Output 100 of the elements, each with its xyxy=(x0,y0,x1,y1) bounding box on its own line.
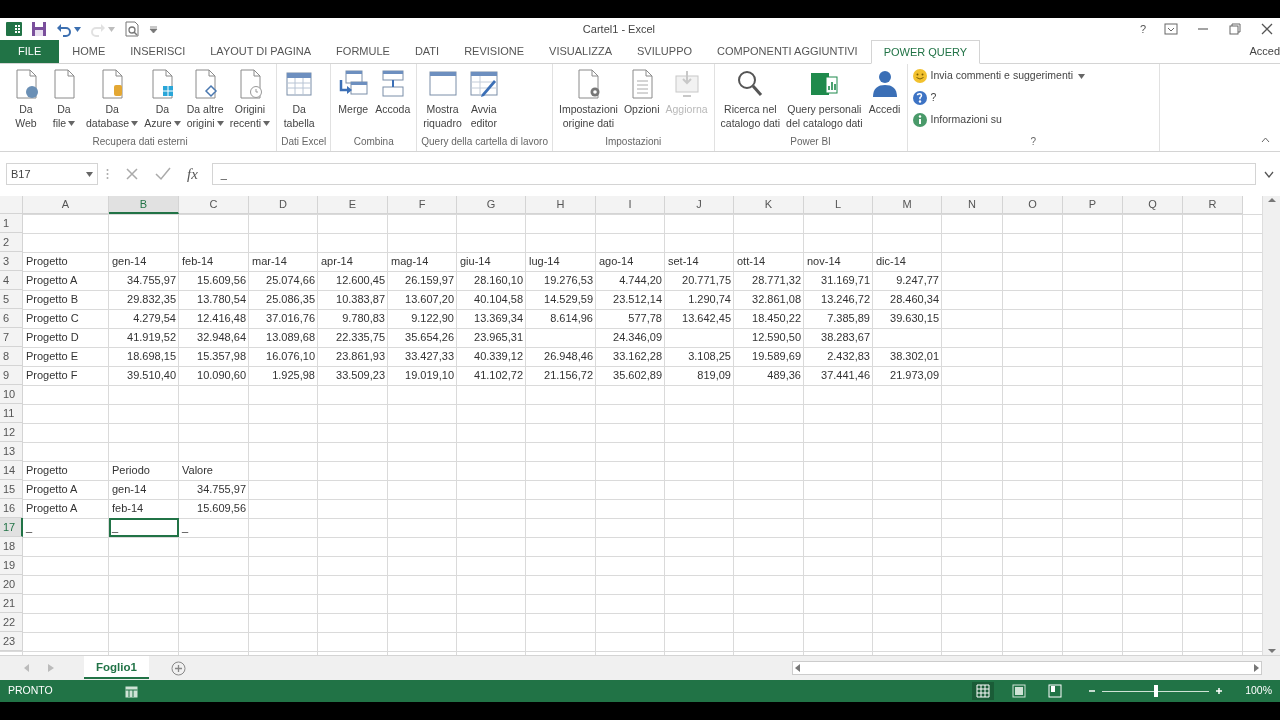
ribbon-button[interactable]: Ricerca nel catalogo dati xyxy=(718,66,783,134)
file-tab[interactable]: FILE xyxy=(0,40,60,63)
row-header[interactable]: 3 xyxy=(0,252,23,271)
sheet-cell[interactable]: 12.600,45 xyxy=(318,271,388,290)
sheet-cell[interactable]: 15.609,56 xyxy=(179,271,249,290)
scroll-up-icon[interactable] xyxy=(1266,196,1277,204)
sheet-cell[interactable]: 9.780,83 xyxy=(318,309,388,328)
sheet-cell[interactable]: Progetto C xyxy=(23,309,109,328)
scroll-left-icon[interactable] xyxy=(793,663,803,673)
ribbon-tab[interactable]: SVILUPPO xyxy=(625,40,705,63)
sheet-cell[interactable]: 33.162,28 xyxy=(596,347,665,366)
sheet-cell[interactable]: 28.460,34 xyxy=(873,290,942,309)
row-header[interactable]: 16 xyxy=(0,499,23,518)
sheet-cell[interactable]: 21.973,09 xyxy=(873,366,942,385)
macro-record-icon[interactable] xyxy=(124,684,138,698)
sheet-cell[interactable]: 24.346,09 xyxy=(596,328,665,347)
enter-check-icon[interactable] xyxy=(155,167,171,181)
sheet-cell[interactable]: 39.510,40 xyxy=(109,366,179,385)
sheet-cell[interactable]: 4.744,20 xyxy=(596,271,665,290)
sheet-cell[interactable]: ago-14 xyxy=(596,252,665,271)
sheet-cell[interactable]: set-14 xyxy=(665,252,734,271)
ribbon-tab[interactable]: REVISIONE xyxy=(452,40,537,63)
row-header[interactable]: 2 xyxy=(0,233,23,252)
row-header[interactable]: 18 xyxy=(0,537,23,556)
sheet-cell[interactable]: 1.290,74 xyxy=(665,290,734,309)
sheet-cell[interactable]: Periodo xyxy=(109,461,179,480)
column-header[interactable]: R xyxy=(1183,196,1243,214)
sheet-cell[interactable]: 25.086,35 xyxy=(249,290,318,309)
sheet-cell[interactable]: 22.335,75 xyxy=(318,328,388,347)
ribbon-button[interactable]: Origini recenti xyxy=(227,66,273,134)
row-header[interactable]: 20 xyxy=(0,575,23,594)
ribbon-tab[interactable]: FORMULE xyxy=(324,40,402,63)
zoom-slider-thumb[interactable] xyxy=(1153,685,1158,697)
sheet-cell[interactable]: 37.016,76 xyxy=(249,309,318,328)
customize-caret-icon[interactable] xyxy=(149,25,158,35)
zoom-in-icon[interactable] xyxy=(1215,687,1224,695)
row-header[interactable]: 22 xyxy=(0,613,23,632)
insert-function-button[interactable]: fx xyxy=(187,162,204,186)
sheet-cell[interactable]: Progetto xyxy=(23,252,109,271)
sheet-cell[interactable]: 28.160,10 xyxy=(457,271,526,290)
sheet-cell[interactable]: 13.246,72 xyxy=(804,290,873,309)
name-box[interactable]: B17 xyxy=(6,163,98,185)
sheet-cell[interactable]: mar-14 xyxy=(249,252,318,271)
sheet-cell[interactable]: 10.383,87 xyxy=(318,290,388,309)
ribbon-display-icon[interactable] xyxy=(1164,22,1178,36)
sheet-cell[interactable]: 9.122,90 xyxy=(388,309,457,328)
row-header[interactable]: 12 xyxy=(0,423,23,442)
cancel-icon[interactable] xyxy=(125,167,139,181)
row-header[interactable]: 9 xyxy=(0,366,23,385)
sheet-cell[interactable]: 14.529,59 xyxy=(526,290,596,309)
collapse-ribbon-icon[interactable] xyxy=(1261,136,1270,143)
sheet-cell[interactable]: 16.076,10 xyxy=(249,347,318,366)
sheet-cell[interactable]: 19.589,69 xyxy=(734,347,804,366)
sheet-cell[interactable]: 13.642,45 xyxy=(665,309,734,328)
sheet-cell[interactable]: 35.654,26 xyxy=(388,328,457,347)
sheet-cell[interactable]: 3.108,25 xyxy=(665,347,734,366)
ribbon-link[interactable]: Informazioni su xyxy=(911,110,1085,130)
ribbon-link[interactable]: Invia commenti e suggerimenti xyxy=(911,66,1085,86)
sheet-cell[interactable]: 38.283,67 xyxy=(804,328,873,347)
sheet-cell[interactable]: 26.159,97 xyxy=(388,271,457,290)
sheet-cell[interactable]: 21.156,72 xyxy=(526,366,596,385)
sheet-cell[interactable]: 577,78 xyxy=(596,309,665,328)
sheet-cell[interactable]: 40.104,58 xyxy=(457,290,526,309)
column-header[interactable]: Q xyxy=(1123,196,1183,214)
ribbon-button[interactable]: Da database xyxy=(84,66,141,134)
row-header[interactable]: 8 xyxy=(0,347,23,366)
sheet-cell[interactable]: 29.832,35 xyxy=(109,290,179,309)
sheet-cell[interactable]: 33.427,33 xyxy=(388,347,457,366)
sheet-cell[interactable]: 34.755,97 xyxy=(109,271,179,290)
sheet-cell[interactable]: 25.074,66 xyxy=(249,271,318,290)
sheet-cell[interactable]: 7.385,89 xyxy=(804,309,873,328)
sheet-cell[interactable]: 13.780,54 xyxy=(179,290,249,309)
sheet-cell[interactable]: 13.607,20 xyxy=(388,290,457,309)
save-icon[interactable] xyxy=(31,21,47,37)
sheet-cell[interactable]: 23.512,14 xyxy=(596,290,665,309)
ribbon-button[interactable]: Mostra riquadro xyxy=(421,66,464,134)
print-preview-icon[interactable] xyxy=(124,21,140,37)
row-header[interactable]: 4 xyxy=(0,271,23,290)
sheet-cell[interactable]: gen-14 xyxy=(109,480,179,499)
sheet-tab[interactable]: Foglio1 xyxy=(84,655,149,679)
sheet-cell[interactable]: feb-14 xyxy=(179,252,249,271)
sheet-cell[interactable]: 20.771,75 xyxy=(665,271,734,290)
sheet-cell[interactable]: _ xyxy=(23,518,109,537)
sheet-cell[interactable]: 40.339,12 xyxy=(457,347,526,366)
sheet-cell[interactable]: giu-14 xyxy=(457,252,526,271)
sheet-cell[interactable]: 819,09 xyxy=(665,366,734,385)
sheet-cell[interactable]: 15.609,56 xyxy=(179,499,249,518)
sheet-cell[interactable]: mag-14 xyxy=(388,252,457,271)
column-header[interactable]: P xyxy=(1063,196,1123,214)
sheet-cell[interactable]: gen-14 xyxy=(109,252,179,271)
row-header[interactable]: 6 xyxy=(0,309,23,328)
column-header[interactable]: I xyxy=(596,196,665,214)
ribbon-button[interactable]: Accoda xyxy=(373,66,413,134)
sheet-cell[interactable]: 10.090,60 xyxy=(179,366,249,385)
sheet-cell[interactable]: Progetto A xyxy=(23,271,109,290)
sheet-cell[interactable]: 19.019,10 xyxy=(388,366,457,385)
sheet-cell[interactable]: 2.432,83 xyxy=(804,347,873,366)
ribbon-button[interactable]: Opzioni xyxy=(621,66,662,134)
ribbon-button[interactable]: Da Azure xyxy=(142,66,183,134)
scroll-right-icon[interactable] xyxy=(1251,663,1261,673)
